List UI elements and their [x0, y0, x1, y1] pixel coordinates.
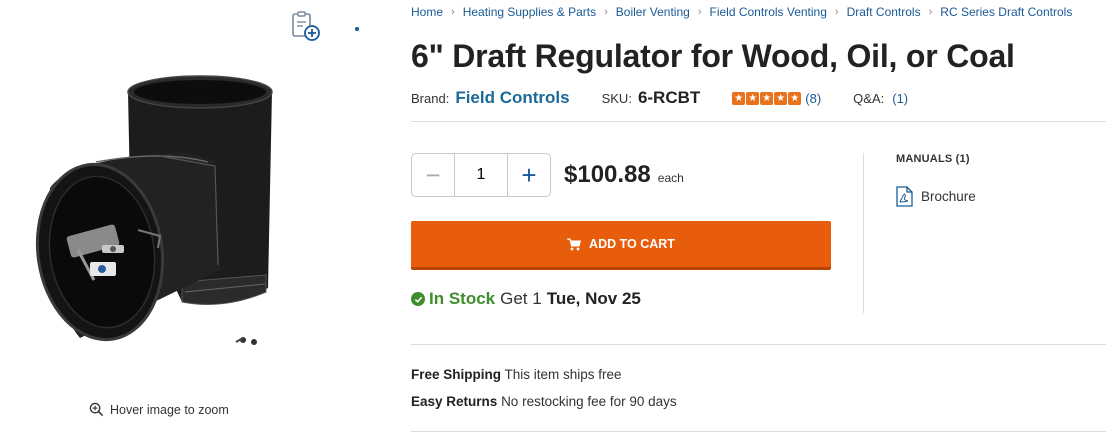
- manual-link-brochure[interactable]: Brochure: [896, 186, 976, 207]
- increase-quantity-button[interactable]: +: [507, 154, 550, 196]
- quantity-stepper: − +: [411, 153, 551, 197]
- breadcrumb-field-controls-venting[interactable]: Field Controls Venting: [710, 5, 827, 19]
- divider: [411, 431, 1106, 432]
- star-rating[interactable]: ★ ★ ★ ★ ★: [732, 91, 802, 105]
- brand-link[interactable]: Field Controls: [455, 88, 569, 108]
- returns-label: Easy Returns: [411, 394, 498, 409]
- decrease-quantity-button[interactable]: −: [412, 154, 455, 196]
- breadcrumb-home[interactable]: Home: [411, 5, 443, 19]
- chevron-right-icon: ›: [451, 6, 455, 18]
- add-to-cart-button[interactable]: ADD TO CART: [411, 221, 831, 270]
- manuals-section: MANUALS (1) Brochure: [896, 153, 976, 207]
- carousel-indicator-dot[interactable]: [355, 27, 359, 31]
- clipboard-plus-icon[interactable]: [290, 10, 322, 42]
- add-to-cart-label: ADD TO CART: [589, 237, 675, 251]
- price-unit: each: [657, 171, 684, 185]
- pdf-file-icon: [896, 186, 913, 207]
- zoom-hint-label: Hover image to zoom: [110, 402, 229, 417]
- page-title: 6" Draft Regulator for Wood, Oil, or Coa…: [411, 38, 1015, 74]
- price: $100.88 each: [564, 161, 684, 189]
- sku-value: 6-RCBT: [637, 88, 701, 107]
- reviews-count-link[interactable]: (8): [805, 91, 821, 106]
- star-icon: ★: [760, 91, 774, 105]
- in-stock-label: In Stock: [429, 289, 496, 308]
- breadcrumb-heating-supplies[interactable]: Heating Supplies & Parts: [463, 5, 596, 19]
- quantity-input[interactable]: [455, 154, 507, 196]
- divider: [411, 121, 1106, 122]
- shopping-cart-icon: [567, 238, 582, 250]
- free-shipping-info: Free Shipping This item ships free: [411, 367, 622, 382]
- product-image[interactable]: [10, 70, 330, 360]
- star-icon: ★: [746, 91, 760, 105]
- delivery-date: Tue, Nov 25: [546, 289, 641, 308]
- manuals-heading: MANUALS (1): [896, 153, 970, 165]
- product-details: Home › Heating Supplies & Parts › Boiler…: [411, 0, 1106, 443]
- shipping-text: This item ships free: [504, 367, 622, 382]
- magnifier-plus-icon: [89, 402, 104, 417]
- brand-label: Brand:: [411, 90, 450, 106]
- zoom-hint: Hover image to zoom: [89, 402, 229, 417]
- chevron-right-icon: ›: [604, 6, 608, 18]
- divider: [411, 344, 1106, 345]
- chevron-right-icon: ›: [928, 6, 933, 18]
- breadcrumb-draft-controls[interactable]: Draft Controls: [847, 5, 921, 19]
- chevron-right-icon: ›: [834, 6, 839, 18]
- product-meta: Brand: Field Controls SKU: 6-RCBT ★ ★ ★ …: [411, 88, 908, 108]
- returns-text: No restocking fee for 90 days: [501, 394, 677, 409]
- breadcrumb-rc-series[interactable]: RC Series Draft Controls: [940, 5, 1072, 19]
- star-icon: ★: [774, 91, 788, 105]
- star-icon: ★: [732, 91, 746, 105]
- star-icon: ★: [788, 91, 802, 105]
- qa-label: Q&A:: [853, 90, 885, 106]
- checkmark-icon: [411, 292, 425, 306]
- chevron-right-icon: ›: [697, 6, 702, 18]
- stock-status: In Stock Get 1 Tue, Nov 25: [411, 289, 641, 309]
- shipping-label: Free Shipping: [411, 367, 502, 382]
- price-amount: $100.88: [564, 161, 651, 188]
- breadcrumb: Home › Heating Supplies & Parts › Boiler…: [411, 5, 1072, 19]
- divider: [863, 153, 864, 313]
- sku-label: SKU:: [601, 90, 632, 106]
- product-gallery: Hover image to zoom: [0, 0, 400, 443]
- easy-returns-info: Easy Returns No restocking fee for 90 da…: [411, 394, 677, 409]
- get-quantity-label: Get 1: [500, 289, 542, 308]
- qa-count-link[interactable]: (1): [892, 91, 908, 106]
- breadcrumb-boiler-venting[interactable]: Boiler Venting: [616, 5, 690, 19]
- manual-label: Brochure: [921, 189, 976, 204]
